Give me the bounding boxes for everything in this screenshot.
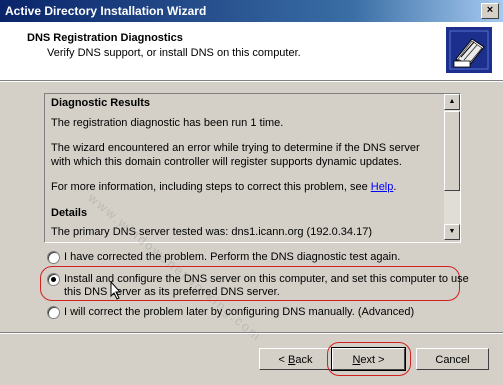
results-heading: Diagnostic Results bbox=[51, 97, 151, 109]
scroll-down-icon[interactable]: ▼ bbox=[444, 224, 460, 240]
option-label-line2[interactable]: this DNS server as its preferred DNS ser… bbox=[64, 285, 280, 299]
title-bar: Active Directory Installation Wizard × bbox=[0, 0, 503, 22]
close-button[interactable]: × bbox=[481, 3, 499, 19]
footer-divider-highlight bbox=[0, 333, 503, 334]
scroll-thumb[interactable] bbox=[444, 111, 460, 191]
diagnostics-panel: Diagnostic Results The registration diag… bbox=[44, 93, 461, 243]
page-title: DNS Registration Diagnostics bbox=[27, 32, 183, 44]
page-subtitle: Verify DNS support, or install DNS on th… bbox=[47, 47, 301, 59]
option-label[interactable]: I have corrected the problem. Perform th… bbox=[64, 250, 400, 264]
back-button[interactable]: < Back bbox=[259, 348, 332, 370]
dns-server-text: The primary DNS server tested was: dns1.… bbox=[51, 226, 372, 238]
more-info-text: For more information, including steps to… bbox=[51, 180, 436, 194]
mouse-pointer-icon bbox=[110, 281, 122, 300]
error-text: The wizard encountered an error while tr… bbox=[51, 142, 420, 168]
next-rest: ext > bbox=[360, 354, 385, 366]
vertical-scrollbar[interactable]: ▲ ▼ bbox=[444, 94, 460, 240]
radio-dot bbox=[51, 277, 56, 282]
window-title: Active Directory Installation Wizard bbox=[5, 4, 207, 18]
radio-button-selected[interactable] bbox=[47, 273, 60, 286]
option-label-line1[interactable]: Install and configure the DNS server on … bbox=[64, 272, 469, 286]
more-info-suffix: . bbox=[393, 181, 397, 193]
help-link[interactable]: Help bbox=[371, 181, 394, 193]
cancel-button[interactable]: Cancel bbox=[416, 348, 489, 370]
header-divider bbox=[0, 81, 503, 82]
back-rest: ack bbox=[295, 354, 313, 366]
back-prefix: < bbox=[278, 354, 288, 366]
run-count-text: The registration diagnostic has been run… bbox=[51, 117, 284, 129]
wizard-header: DNS Registration Diagnostics Verify DNS … bbox=[0, 22, 503, 81]
radio-button[interactable] bbox=[47, 251, 60, 264]
next-button[interactable]: Next > bbox=[331, 347, 406, 371]
radio-button[interactable] bbox=[47, 306, 60, 319]
directory-book-icon bbox=[446, 27, 492, 73]
details-heading: Details bbox=[51, 207, 88, 219]
more-info-prefix: For more information, including steps to… bbox=[51, 181, 371, 193]
scroll-up-icon[interactable]: ▲ bbox=[444, 94, 460, 110]
option-label[interactable]: I will correct the problem later by conf… bbox=[64, 305, 414, 319]
